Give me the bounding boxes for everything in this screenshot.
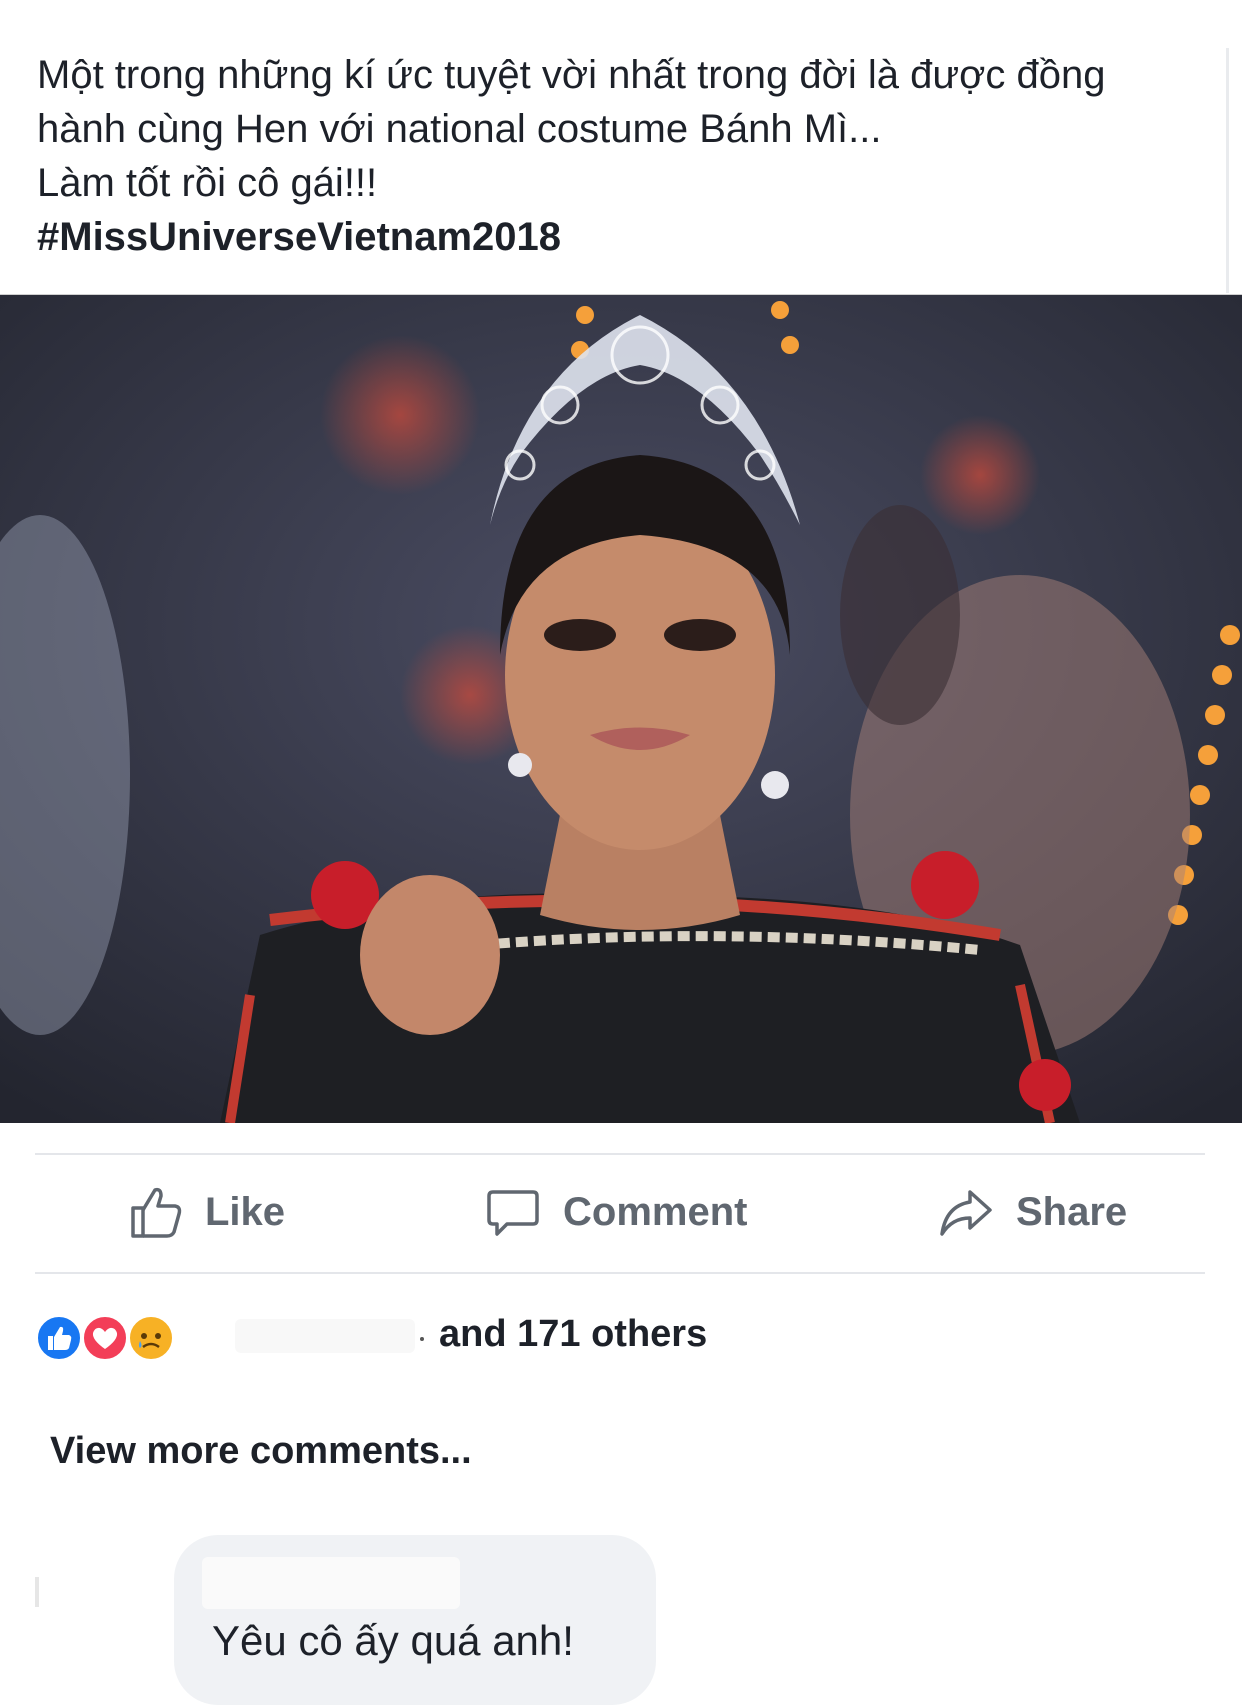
reaction-count-text: and 171 others bbox=[439, 1313, 708, 1355]
post-line-1: Một trong những kí ức tuyệt vời nhất tro… bbox=[37, 53, 1106, 97]
post-line-2: hành cùng Hen với national costume Bánh … bbox=[37, 107, 882, 151]
share-button[interactable]: Share bbox=[938, 1155, 1127, 1269]
blurred-comment-author[interactable] bbox=[202, 1557, 460, 1609]
comment-bubble[interactable]: Yêu cô ấy quá anh! bbox=[174, 1535, 656, 1705]
post-edge-divider bbox=[1226, 48, 1229, 293]
like-reaction-icon bbox=[35, 1314, 83, 1362]
action-bar: Like Comment Share bbox=[35, 1155, 1205, 1269]
commenter-avatar[interactable] bbox=[35, 1577, 39, 1607]
photo-illustration bbox=[0, 295, 1242, 1123]
thumbs-up-icon bbox=[131, 1187, 182, 1238]
blurred-reactor-name bbox=[235, 1319, 415, 1353]
actions-bottom-divider bbox=[35, 1272, 1205, 1274]
comment-text: Yêu cô ấy quá anh! bbox=[212, 1617, 574, 1664]
comment-button[interactable]: Comment bbox=[485, 1155, 747, 1269]
post-text: Một trong những kí ức tuyệt vời nhất tro… bbox=[37, 48, 1217, 264]
like-label: Like bbox=[205, 1189, 286, 1234]
post-line-3: Làm tốt rồi cô gái!!! bbox=[37, 161, 378, 205]
post-hashtag-link[interactable]: #MissUniverseVietnam2018 bbox=[37, 210, 1217, 264]
reaction-separator-dot bbox=[420, 1337, 424, 1341]
share-label: Share bbox=[1016, 1189, 1128, 1234]
view-more-comments-link[interactable]: View more comments... bbox=[50, 1430, 472, 1473]
comment-label: Comment bbox=[563, 1189, 748, 1234]
love-reaction-icon bbox=[81, 1314, 129, 1362]
reactions-summary[interactable]: and 171 others bbox=[35, 1309, 935, 1365]
share-arrow-icon bbox=[940, 1190, 992, 1236]
post-photo[interactable] bbox=[0, 294, 1242, 1123]
comment-icon bbox=[487, 1190, 539, 1236]
sad-reaction-icon bbox=[127, 1314, 175, 1362]
like-button[interactable]: Like bbox=[127, 1155, 285, 1269]
